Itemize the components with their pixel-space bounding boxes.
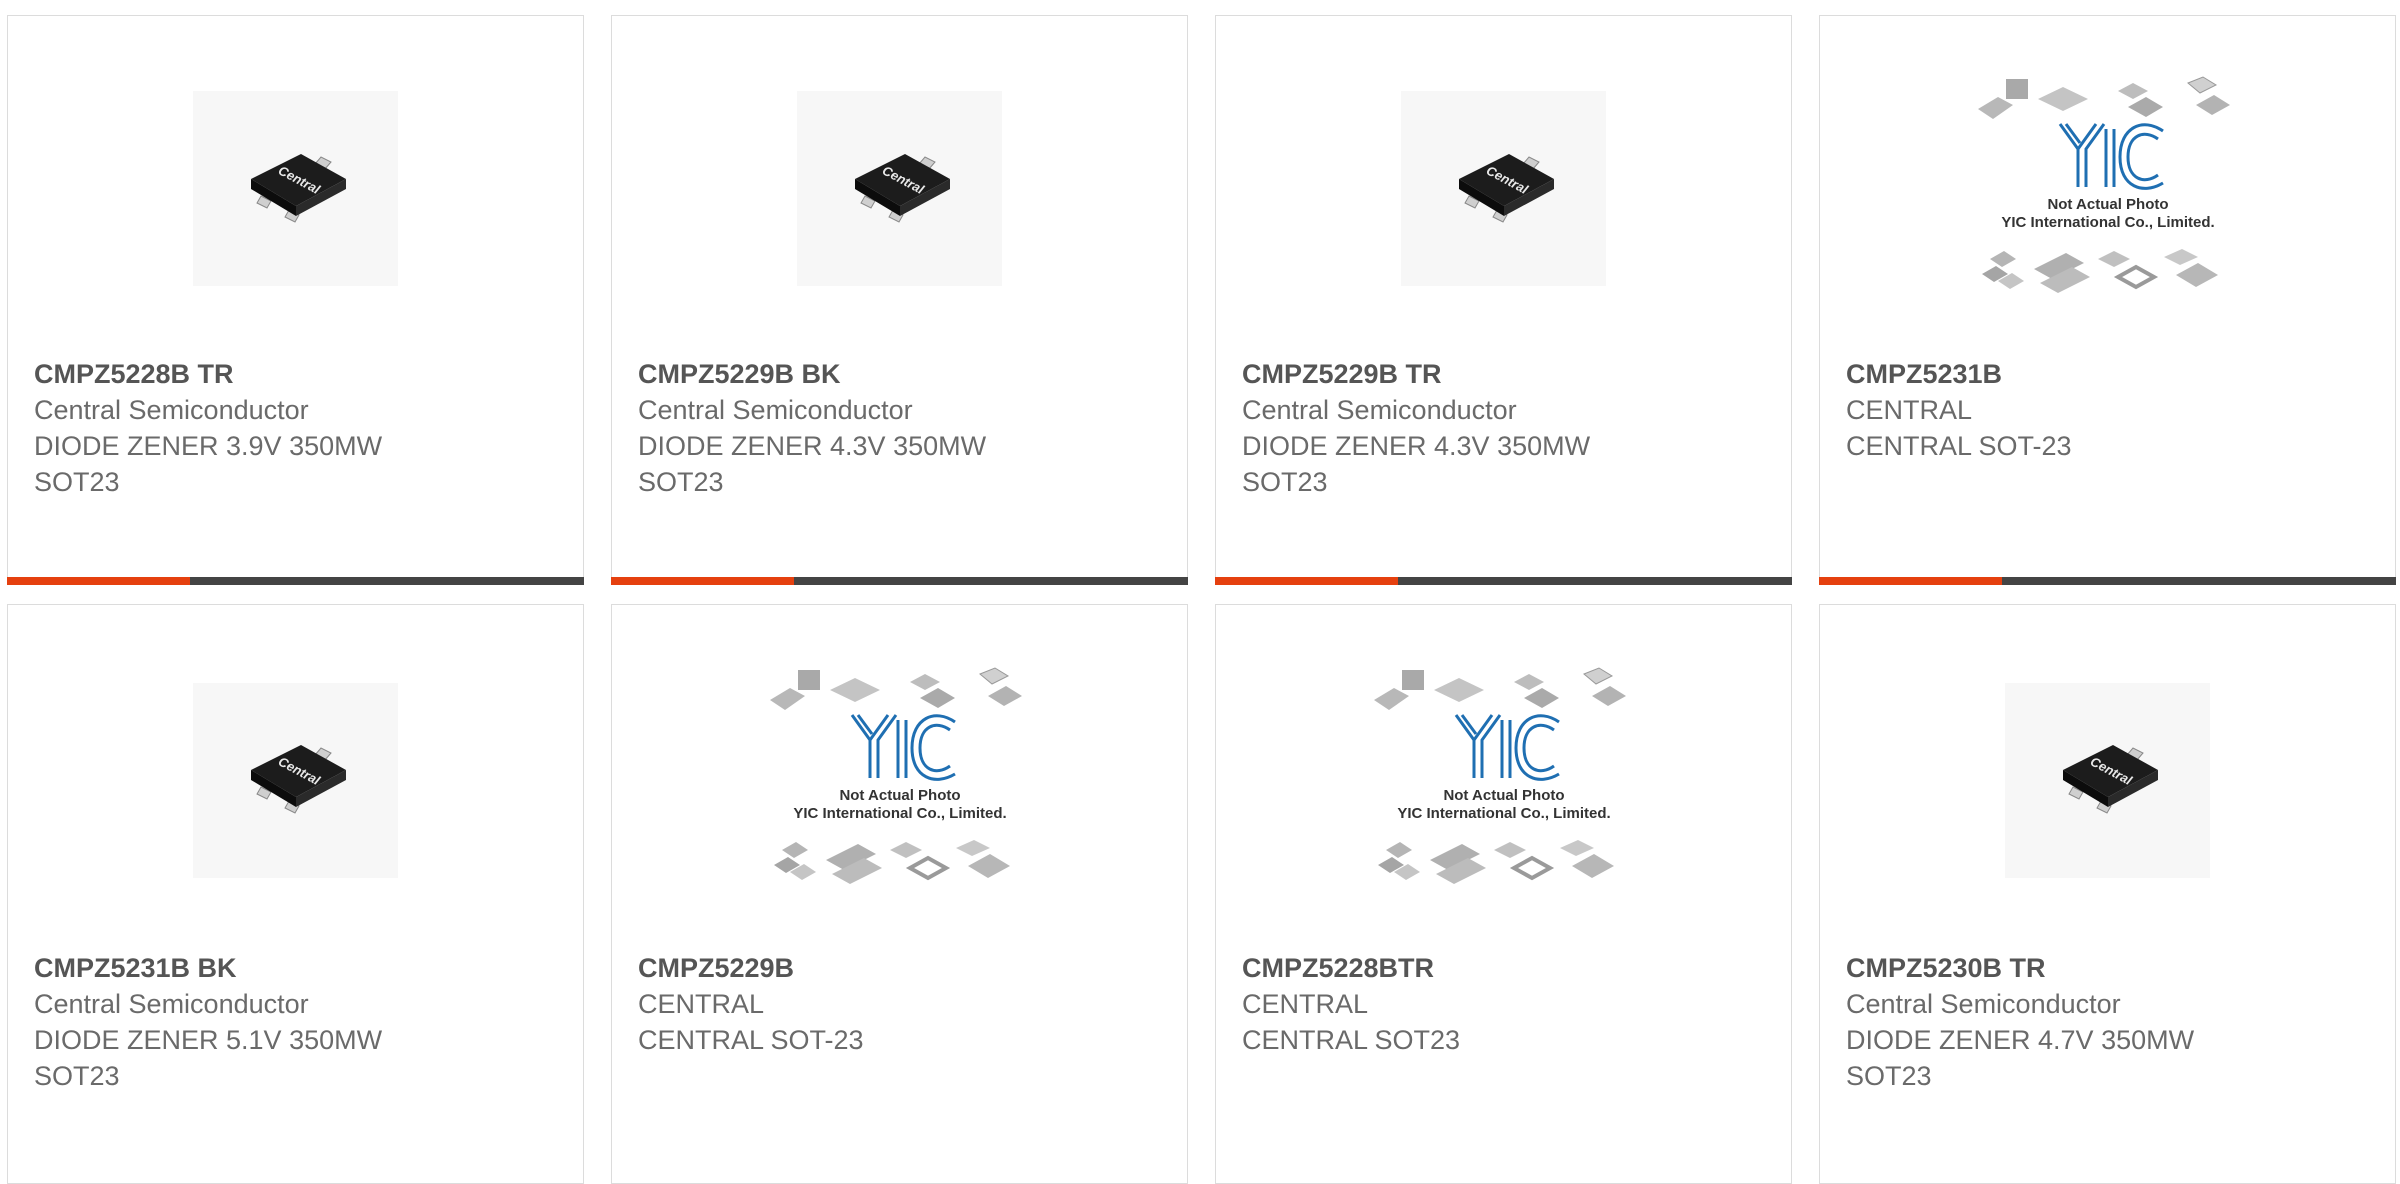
product-image: Not Actual Photo YIC International Co., … (760, 660, 1040, 900)
accent-bar-highlight (1819, 577, 2002, 585)
product-image: Central (193, 91, 398, 286)
product-description: SOT23 (1242, 467, 1328, 497)
sot23-chip-icon: Central (2062, 745, 2158, 814)
sot23-chip-icon: Central (854, 153, 950, 223)
accent-bar-highlight (7, 577, 190, 585)
product-thumbnail[interactable]: Central (8, 16, 583, 361)
sot23-chip-icon: Central (1458, 153, 1554, 223)
product-thumbnail[interactable]: Central (612, 16, 1187, 361)
product-thumbnail[interactable]: Central (1216, 16, 1791, 361)
product-part-number[interactable]: CMPZ5228BTR (1242, 950, 1771, 986)
product-info: CMPZ5230B TR Central Semiconductor DIODE Z… (1846, 950, 2375, 1094)
accent-bar-highlight (611, 577, 794, 585)
product-card[interactable]: Not Actual Photo YIC International Co., … (611, 604, 1188, 1184)
product-manufacturer: CENTRAL (638, 989, 765, 1019)
product-image: Central (797, 91, 1002, 286)
product-info: CMPZ5229B TR Central Semiconductor DIODE Z… (1242, 356, 1771, 500)
product-description: SOT23 (34, 1061, 120, 1091)
yic-placeholder-icon: Not Actual Photo YIC International Co., … (769, 667, 1022, 884)
sot23-chip-icon: Central (250, 745, 346, 814)
product-thumbnail[interactable]: Not Actual Photo YIC International Co., … (612, 605, 1187, 955)
product-part-number[interactable]: CMPZ5229B (638, 950, 1167, 986)
product-manufacturer: Central Semiconductor (638, 395, 913, 425)
product-card[interactable]: Not Actual Photo YIC International Co., … (1819, 15, 2396, 585)
product-card[interactable]: Not Actual Photo YIC International Co., … (1215, 604, 1792, 1184)
product-thumbnail[interactable]: Not Actual Photo YIC International Co., … (1216, 605, 1791, 955)
product-image: Central (2005, 682, 2210, 878)
accent-bar-track (794, 577, 1188, 585)
card-accent-bar (7, 577, 584, 585)
svg-text:Not Actual Photo: Not Actual Photo (2047, 196, 2168, 213)
product-card[interactable]: Central CMPZ5229B BK Central Semiconducto… (611, 15, 1188, 585)
product-card[interactable]: Central CMPZ5230B TR Central Semiconducto… (1819, 604, 2396, 1184)
product-part-number[interactable]: CMPZ5231B (1846, 356, 2375, 392)
product-manufacturer: Central Semiconductor (34, 395, 309, 425)
product-description: CENTRAL SOT23 (1242, 1025, 1461, 1055)
product-description: SOT23 (34, 467, 120, 497)
product-part-number[interactable]: CMPZ5229B BK (638, 356, 1167, 392)
product-info: CMPZ5231B CENTRAL CENTRAL SOT-23 (1846, 356, 2375, 464)
accent-bar-track (2002, 577, 2396, 585)
product-description: DIODE ZENER 4.7V 350MW (1846, 1025, 2195, 1055)
card-accent-bar (611, 577, 1188, 585)
product-description: CENTRAL SOT-23 (638, 1025, 864, 1055)
product-description: CENTRAL SOT-23 (1846, 431, 2072, 461)
product-image: Not Actual Photo YIC International Co., … (1968, 69, 2248, 309)
product-manufacturer: Central Semiconductor (34, 989, 309, 1019)
card-accent-bar (1215, 577, 1792, 585)
sot23-chip-icon: Central (250, 153, 346, 223)
product-part-number[interactable]: CMPZ5228B TR (34, 356, 563, 392)
product-image: Not Actual Photo YIC International Co., … (1364, 660, 1644, 900)
product-image: Central (193, 682, 398, 878)
product-info: CMPZ5228B TR Central Semiconductor DIODE Z… (34, 356, 563, 500)
product-manufacturer: Central Semiconductor (1242, 395, 1517, 425)
yic-placeholder-icon: Not Actual Photo YIC International Co., … (1373, 667, 1626, 884)
product-manufacturer: CENTRAL (1846, 395, 1973, 425)
accent-bar-track (190, 577, 584, 585)
product-description: DIODE ZENER 4.3V 350MW (1242, 431, 1591, 461)
product-info: CMPZ5231B BK Central Semiconductor DIODE Z… (34, 950, 563, 1094)
product-manufacturer: CENTRAL (1242, 989, 1369, 1019)
product-description: DIODE ZENER 5.1V 350MW (34, 1025, 383, 1055)
product-description: SOT23 (638, 467, 724, 497)
svg-text:YIC International Co., Limited: YIC International Co., Limited. (2001, 214, 2214, 231)
svg-text:Not Actual Photo: Not Actual Photo (839, 787, 960, 804)
product-info: CMPZ5229B BK Central Semiconductor DIODE Z… (638, 356, 1167, 500)
product-image: Central (1401, 91, 1606, 286)
product-card[interactable]: Central CMPZ5229B TR Central Semiconducto… (1215, 15, 1792, 585)
card-accent-bar (1819, 577, 2396, 585)
svg-text:YIC International Co., Limited: YIC International Co., Limited. (793, 805, 1006, 822)
product-info: CMPZ5228BTR CENTRAL CENTRAL SOT23 (1242, 950, 1771, 1058)
product-thumbnail[interactable]: Central (8, 605, 583, 955)
product-card[interactable]: Central CMPZ5228B TR Central Semiconducto… (7, 15, 584, 585)
product-thumbnail[interactable]: Central (1820, 605, 2395, 955)
accent-bar-track (1398, 577, 1792, 585)
product-manufacturer: Central Semiconductor (1846, 989, 2121, 1019)
svg-text:YIC International Co., Limited: YIC International Co., Limited. (1397, 805, 1610, 822)
product-card[interactable]: Central CMPZ5231B BK Central Semiconducto… (7, 604, 584, 1184)
svg-text:Not Actual Photo: Not Actual Photo (1443, 787, 1564, 804)
product-description: DIODE ZENER 3.9V 350MW (34, 431, 383, 461)
product-description: SOT23 (1846, 1061, 1932, 1091)
product-part-number[interactable]: CMPZ5230B TR (1846, 950, 2375, 986)
yic-placeholder-icon: Not Actual Photo YIC International Co., … (1977, 75, 2230, 293)
accent-bar-highlight (1215, 577, 1398, 585)
product-description: DIODE ZENER 4.3V 350MW (638, 431, 987, 461)
product-info: CMPZ5229B CENTRAL CENTRAL SOT-23 (638, 950, 1167, 1058)
product-thumbnail[interactable]: Not Actual Photo YIC International Co., … (1820, 16, 2395, 361)
product-part-number[interactable]: CMPZ5229B TR (1242, 356, 1771, 392)
product-part-number[interactable]: CMPZ5231B BK (34, 950, 563, 986)
